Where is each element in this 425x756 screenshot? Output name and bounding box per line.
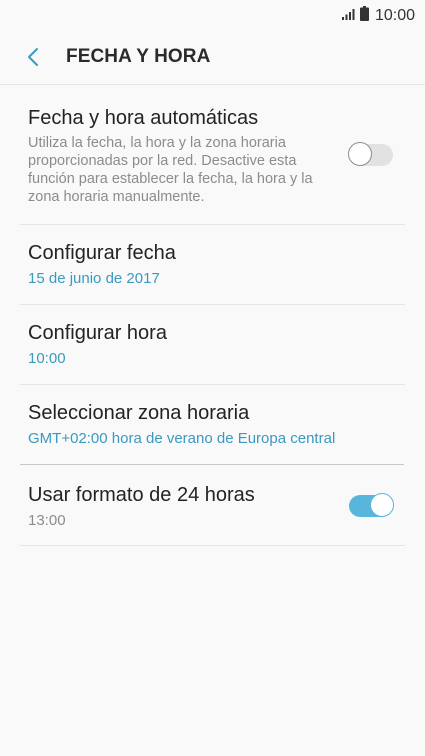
signal-icon (341, 7, 356, 25)
setting-24h-format[interactable]: Usar formato de 24 horas 13:00 (0, 465, 425, 545)
divider (20, 545, 405, 546)
setting-value: GMT+02:00 hora de verano de Europa centr… (28, 430, 336, 447)
setting-description: Utiliza la fecha, la hora y la zona hora… (28, 135, 313, 205)
format-24h-toggle[interactable] (349, 493, 394, 517)
status-icons: 10:00 (341, 6, 415, 26)
setting-title: Configurar fecha (28, 242, 176, 264)
auto-datetime-toggle[interactable] (348, 142, 393, 166)
toggle-knob (370, 493, 394, 517)
setting-value: 10:00 (28, 350, 66, 367)
battery-icon (359, 6, 369, 26)
app-bar: FECHA Y HORA (0, 32, 425, 84)
setting-time-zone[interactable]: Seleccionar zona horaria GMT+02:00 hora … (0, 385, 425, 464)
setting-value: 15 de junio de 2017 (28, 270, 160, 287)
toggle-knob (348, 142, 372, 166)
setting-value: 13:00 (28, 512, 66, 529)
setting-title: Configurar hora (28, 322, 167, 344)
setting-title: Usar formato de 24 horas (28, 484, 255, 506)
status-bar: 10:00 (0, 0, 425, 32)
setting-title: Fecha y hora automáticas (28, 107, 259, 129)
setting-set-date[interactable]: Configurar fecha 15 de junio de 2017 (0, 225, 425, 304)
back-button[interactable] (18, 42, 48, 72)
status-time: 10:00 (374, 7, 415, 24)
back-arrow-icon (28, 48, 38, 66)
setting-auto-datetime[interactable]: Fecha y hora automáticas Utiliza la fech… (0, 85, 425, 224)
page-title: FECHA Y HORA (66, 46, 211, 67)
setting-set-time[interactable]: Configurar hora 10:00 (0, 305, 425, 384)
setting-title: Seleccionar zona horaria (28, 402, 250, 424)
